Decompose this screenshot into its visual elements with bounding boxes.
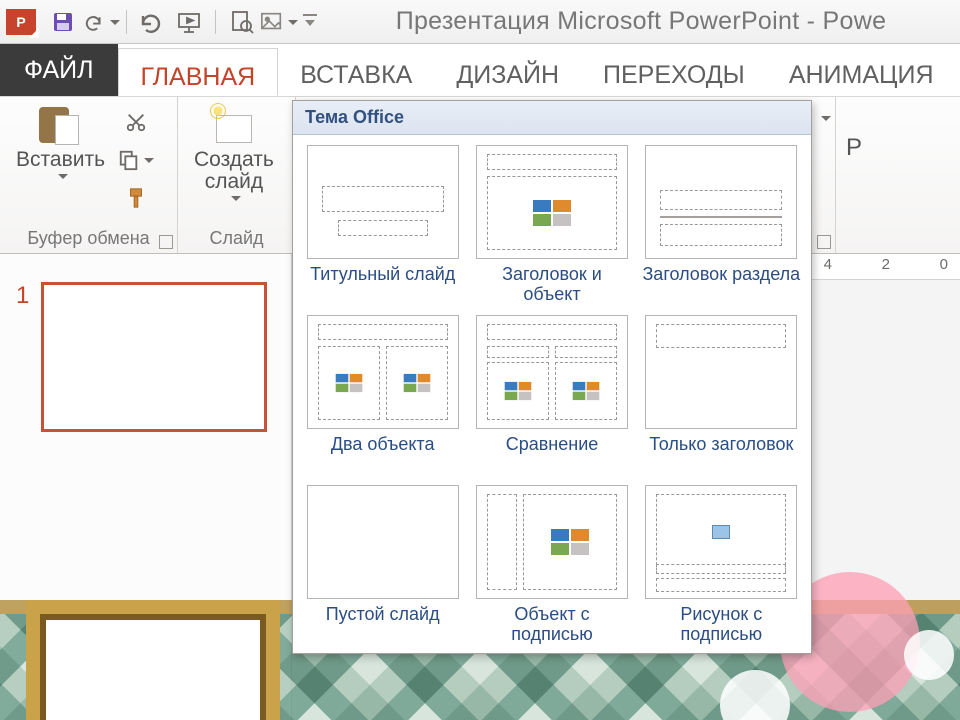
powerpoint-icon bbox=[6, 9, 36, 35]
tab-transitions[interactable]: ПЕРЕХОДЫ bbox=[581, 44, 767, 96]
group-clipboard-label: Буфер обмена bbox=[27, 228, 149, 248]
layout-two-content[interactable]: Два объекта bbox=[303, 315, 462, 475]
chevron-down-icon[interactable] bbox=[58, 174, 68, 184]
chevron-down-icon[interactable] bbox=[231, 196, 241, 206]
tab-file[interactable]: ФАЙЛ bbox=[0, 44, 118, 96]
layout-label: Пустой слайд bbox=[303, 605, 462, 645]
tab-design[interactable]: ДИЗАЙН bbox=[434, 44, 581, 96]
new-slide-label: Создать слайд bbox=[194, 149, 274, 193]
chevron-down-icon[interactable] bbox=[288, 20, 298, 30]
layout-blank[interactable]: Пустой слайд bbox=[303, 485, 462, 645]
print-preview-button[interactable] bbox=[222, 2, 260, 42]
editing-stub: Р bbox=[842, 101, 866, 160]
ruler-tick: 0 bbox=[940, 256, 948, 273]
paste-label: Вставить bbox=[16, 149, 105, 171]
picture-frame-graphic bbox=[26, 600, 280, 720]
group-editing-stub: Р bbox=[836, 97, 872, 253]
slide-layout-gallery: Тема Office Титульный слайд Заголовок и … bbox=[292, 100, 812, 654]
tab-animation[interactable]: АНИМАЦИЯ bbox=[767, 44, 956, 96]
format-painter-button[interactable] bbox=[115, 183, 157, 213]
paste-icon bbox=[39, 105, 83, 145]
white-circle-graphic bbox=[904, 630, 954, 680]
chevron-down-icon[interactable] bbox=[144, 158, 154, 168]
window-title: Презентация Microsoft PowerPoint - Powe bbox=[322, 7, 960, 36]
chevron-down-icon[interactable] bbox=[110, 20, 120, 30]
ribbon-tabs: ФАЙЛ ГЛАВНАЯ ВСТАВКА ДИЗАЙН ПЕРЕХОДЫ АНИ… bbox=[0, 44, 960, 96]
layout-label: Объект с подписью bbox=[472, 605, 631, 645]
layout-title-slide[interactable]: Титульный слайд bbox=[303, 145, 462, 305]
dialog-launcher-icon[interactable] bbox=[817, 235, 831, 249]
group-slides: Создать слайд Слайд bbox=[178, 97, 296, 253]
layout-title-only[interactable]: Только заголовок bbox=[642, 315, 801, 475]
layout-section-header[interactable]: Заголовок раздела bbox=[642, 145, 801, 305]
ruler-tick: 4 bbox=[824, 256, 832, 273]
undo-button[interactable] bbox=[82, 2, 120, 42]
group-clipboard: Вставить Буфер обмена bbox=[0, 97, 178, 253]
layout-label: Рисунок с подписью bbox=[642, 605, 801, 645]
layout-comparison[interactable]: Сравнение bbox=[472, 315, 631, 475]
layout-label: Заголовок раздела bbox=[642, 265, 801, 305]
picture-placeholder-icon bbox=[712, 525, 730, 539]
slide-thumbnail-1[interactable] bbox=[41, 282, 267, 432]
layout-title-content[interactable]: Заголовок и объект bbox=[472, 145, 631, 305]
layout-label: Сравнение bbox=[472, 435, 631, 475]
group-slides-label: Слайд bbox=[209, 228, 263, 248]
paste-button[interactable]: Вставить bbox=[6, 101, 115, 224]
new-slide-button[interactable]: Создать слайд bbox=[184, 101, 284, 224]
layout-label: Два объекта bbox=[303, 435, 462, 475]
layout-picture-caption[interactable]: Рисунок с подписью bbox=[642, 485, 801, 645]
dialog-launcher-icon[interactable] bbox=[159, 235, 173, 249]
layout-label: Только заголовок bbox=[642, 435, 801, 475]
tab-insert[interactable]: ВСТАВКА bbox=[278, 44, 434, 96]
slide-number: 1 bbox=[16, 282, 29, 310]
cut-button[interactable] bbox=[115, 107, 157, 137]
chevron-down-icon[interactable] bbox=[821, 116, 831, 126]
quick-access-toolbar: Презентация Microsoft PowerPoint - Powe bbox=[0, 0, 960, 44]
redo-button[interactable] bbox=[133, 2, 171, 42]
new-slide-icon bbox=[212, 105, 256, 145]
layout-label: Заголовок и объект bbox=[472, 265, 631, 305]
tab-home[interactable]: ГЛАВНАЯ bbox=[118, 48, 279, 96]
layout-label: Титульный слайд bbox=[303, 265, 462, 305]
layout-content-caption[interactable]: Объект с подписью bbox=[472, 485, 631, 645]
save-button[interactable] bbox=[44, 2, 82, 42]
copy-button[interactable] bbox=[115, 145, 157, 175]
qat-customize-button[interactable] bbox=[298, 2, 322, 42]
slideshow-from-start-button[interactable] bbox=[171, 2, 209, 42]
insert-picture-button[interactable] bbox=[260, 2, 298, 42]
ruler-tick: 2 bbox=[882, 256, 890, 273]
gallery-title: Тема Office bbox=[293, 101, 811, 135]
